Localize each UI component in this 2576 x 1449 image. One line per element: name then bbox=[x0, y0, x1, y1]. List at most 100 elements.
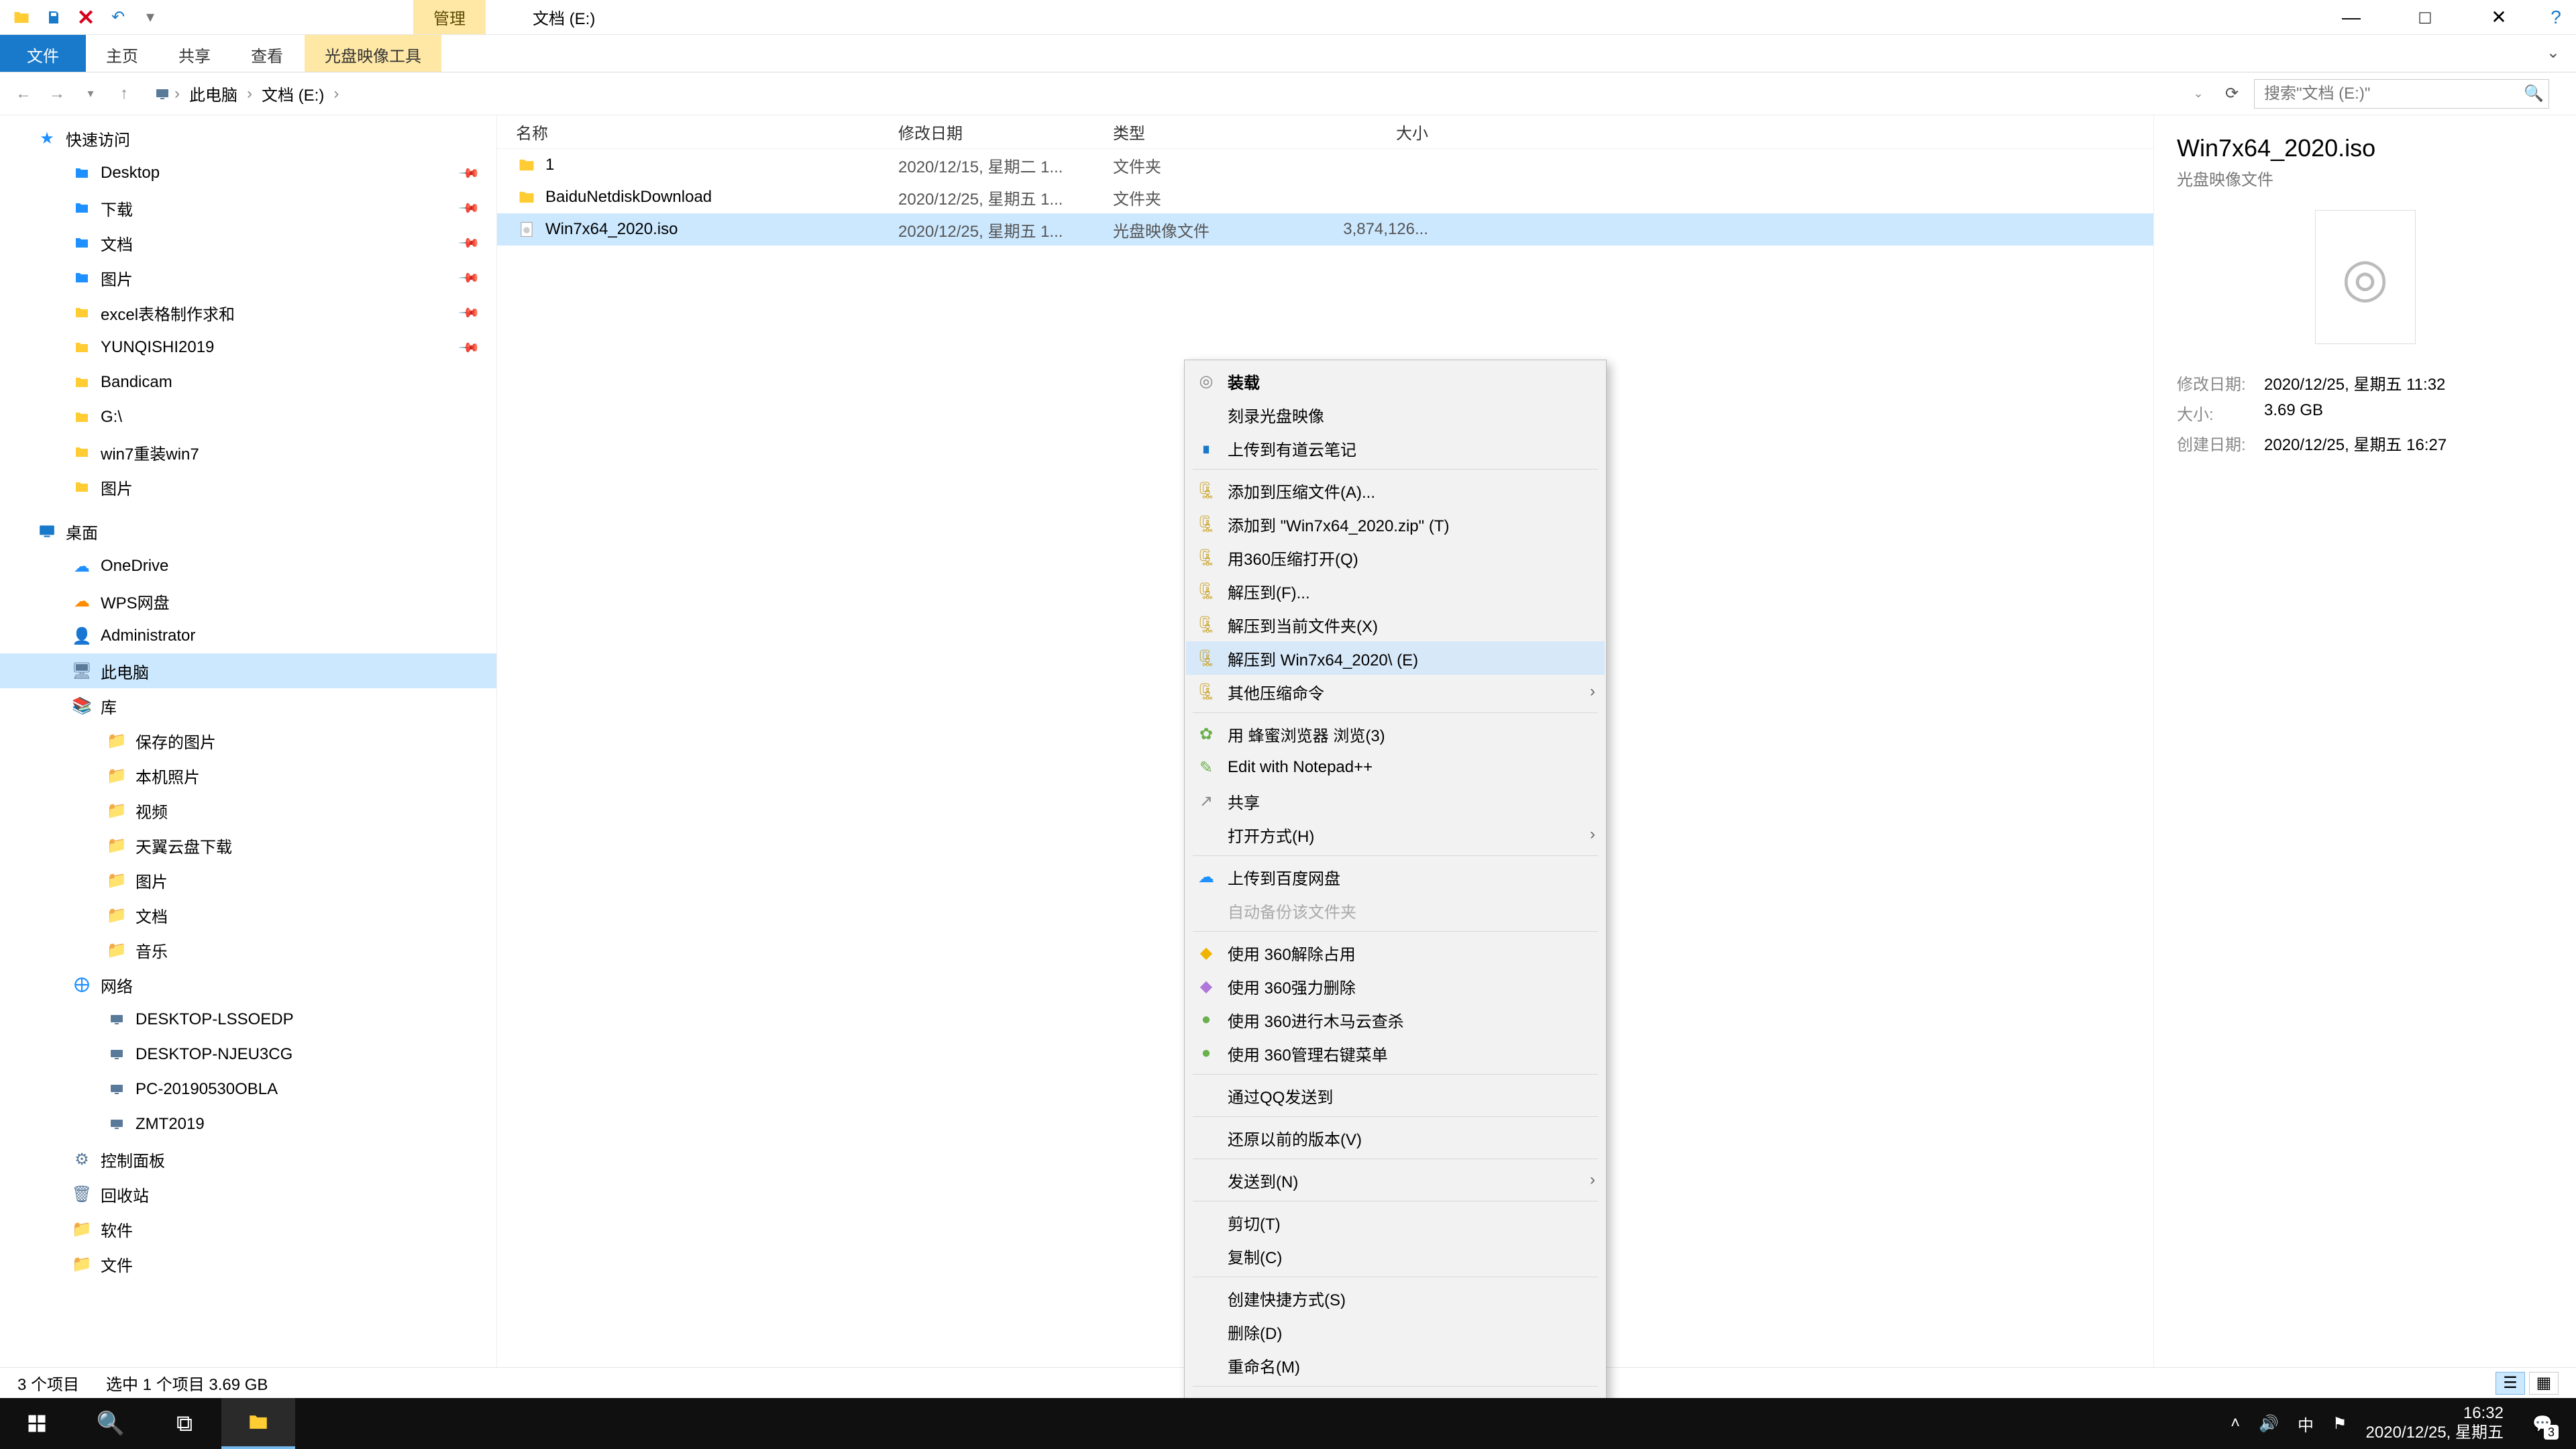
nav-desktop-item[interactable]: 👤Administrator bbox=[0, 619, 496, 653]
menu-item[interactable]: 还原以前的版本(V) bbox=[1186, 1121, 1605, 1155]
nav-extra-item[interactable]: 📁软件 bbox=[0, 1212, 496, 1246]
nav-lib-item[interactable]: 📁文档 bbox=[0, 898, 496, 932]
task-view-button[interactable]: ⧉ bbox=[148, 1398, 221, 1449]
nav-network-item[interactable]: PC-20190530OBLA bbox=[0, 1072, 496, 1107]
nav-desktop-item[interactable]: 🖥此电脑 bbox=[0, 653, 496, 688]
close-button[interactable]: ✕ bbox=[2462, 0, 2536, 35]
file-row[interactable]: 12020/12/15, 星期二 1...文件夹 bbox=[497, 149, 2153, 181]
menu-item[interactable]: 🗜解压到(F)... bbox=[1186, 574, 1605, 608]
volume-icon[interactable]: 🔊 bbox=[2259, 1414, 2279, 1434]
nav-extra-item[interactable]: ⚙控制面板 bbox=[0, 1142, 496, 1177]
nav-quick-item[interactable]: 下载📌 bbox=[0, 191, 496, 225]
menu-item[interactable]: ●使用 360进行木马云查杀 bbox=[1186, 1003, 1605, 1036]
search-box[interactable]: 🔍 bbox=[2254, 79, 2549, 109]
start-button[interactable] bbox=[0, 1398, 74, 1449]
tab-share[interactable]: 共享 bbox=[158, 35, 231, 72]
notification-button[interactable]: 💬3 bbox=[2522, 1403, 2563, 1444]
taskbar-clock[interactable]: 16:32 2020/12/25, 星期五 bbox=[2366, 1404, 2504, 1443]
menu-item[interactable]: 删除(D) bbox=[1186, 1315, 1605, 1348]
menu-item[interactable]: 通过QQ发送到 bbox=[1186, 1079, 1605, 1112]
breadcrumb-seg[interactable]: 此电脑 bbox=[184, 79, 243, 108]
nav-quick-item[interactable]: 图片 bbox=[0, 470, 496, 504]
col-size[interactable]: 大小 bbox=[1294, 120, 1428, 144]
menu-item[interactable]: ✎Edit with Notepad++ bbox=[1186, 751, 1605, 784]
file-row[interactable]: Win7x64_2020.iso2020/12/25, 星期五 1...光盘映像… bbox=[497, 213, 2153, 246]
view-details-button[interactable]: ☰ bbox=[2496, 1372, 2525, 1395]
explorer-taskbar-button[interactable] bbox=[221, 1398, 295, 1449]
up-button[interactable]: ↑ bbox=[107, 77, 141, 111]
tab-disc-tools[interactable]: 光盘映像工具 bbox=[305, 35, 441, 72]
nav-lib-item[interactable]: 📁本机照片 bbox=[0, 758, 496, 793]
help-button[interactable]: ? bbox=[2536, 0, 2576, 35]
view-thumbnails-button[interactable]: ▦ bbox=[2529, 1372, 2559, 1395]
recent-dropdown-icon[interactable]: ▾ bbox=[74, 77, 107, 111]
nav-lib-item[interactable]: 📁天翼云盘下载 bbox=[0, 828, 496, 863]
nav-network-item[interactable]: DESKTOP-NJEU3CG bbox=[0, 1037, 496, 1072]
nav-quick-access[interactable]: ★ 快速访问 bbox=[0, 121, 496, 156]
nav-quick-item[interactable]: Bandicam bbox=[0, 365, 496, 400]
menu-item[interactable]: 🗜解压到当前文件夹(X) bbox=[1186, 608, 1605, 641]
menu-item[interactable]: 刻录光盘映像 bbox=[1186, 398, 1605, 431]
menu-item[interactable]: ◎装载 bbox=[1186, 364, 1605, 398]
menu-item[interactable]: 🗜其他压缩命令› bbox=[1186, 675, 1605, 708]
nav-desktop-item[interactable]: ☁OneDrive bbox=[0, 549, 496, 584]
nav-quick-item[interactable]: Desktop📌 bbox=[0, 156, 496, 191]
menu-item[interactable]: ∎上传到有道云笔记 bbox=[1186, 431, 1605, 465]
chevron-right-icon[interactable]: › bbox=[246, 85, 254, 103]
col-type[interactable]: 类型 bbox=[1113, 120, 1294, 144]
file-row[interactable]: BaiduNetdiskDownload2020/12/25, 星期五 1...… bbox=[497, 181, 2153, 213]
search-icon[interactable]: 🔍 bbox=[2519, 84, 2548, 103]
chevron-right-icon[interactable]: › bbox=[332, 85, 340, 103]
nav-quick-item[interactable]: G:\ bbox=[0, 400, 496, 435]
tab-view[interactable]: 查看 bbox=[231, 35, 303, 72]
nav-quick-item[interactable]: win7重装win7 bbox=[0, 435, 496, 470]
menu-item[interactable]: 🗜添加到 "Win7x64_2020.zip" (T) bbox=[1186, 507, 1605, 541]
save-icon[interactable] bbox=[40, 4, 67, 31]
nav-quick-item[interactable]: YUNQISHI2019📌 bbox=[0, 330, 496, 365]
menu-item[interactable]: ☁上传到百度网盘 bbox=[1186, 860, 1605, 894]
ime-indicator[interactable]: 中 bbox=[2298, 1412, 2314, 1436]
col-name[interactable]: 名称 bbox=[516, 120, 898, 144]
menu-item[interactable]: 剪切(T) bbox=[1186, 1205, 1605, 1239]
nav-lib-item[interactable]: 📁图片 bbox=[0, 863, 496, 898]
minimize-button[interactable]: — bbox=[2314, 0, 2388, 35]
nav-network[interactable]: 网络 bbox=[0, 967, 496, 1002]
menu-item[interactable]: ●使用 360管理右键菜单 bbox=[1186, 1036, 1605, 1070]
col-date[interactable]: 修改日期 bbox=[898, 120, 1113, 144]
forward-button[interactable]: → bbox=[40, 77, 74, 111]
nav-network-item[interactable]: DESKTOP-LSSOEDP bbox=[0, 1002, 496, 1037]
nav-lib-item[interactable]: 📁音乐 bbox=[0, 932, 496, 967]
breadcrumb-seg[interactable]: 文档 (E:) bbox=[256, 79, 329, 108]
chevron-right-icon[interactable]: › bbox=[173, 85, 181, 103]
menu-item[interactable]: 创建快捷方式(S) bbox=[1186, 1281, 1605, 1315]
nav-quick-item[interactable]: 图片📌 bbox=[0, 260, 496, 295]
nav-lib-item[interactable]: 📁视频 bbox=[0, 793, 496, 828]
address-breadcrumb[interactable]: › 此电脑 › 文档 (E:) › ⌄ bbox=[141, 77, 2215, 111]
undo-icon[interactable]: ↶ bbox=[105, 4, 131, 31]
nav-quick-item[interactable]: 文档📌 bbox=[0, 225, 496, 260]
ribbon-expand-icon[interactable]: ⌄ bbox=[2530, 35, 2576, 72]
menu-item[interactable]: 🗜用360压缩打开(Q) bbox=[1186, 541, 1605, 574]
tray-chevron-icon[interactable]: ˄ bbox=[2231, 1414, 2240, 1433]
menu-item[interactable]: ✿用 蜂蜜浏览器 浏览(3) bbox=[1186, 717, 1605, 751]
security-icon[interactable]: ⚑ bbox=[2332, 1414, 2347, 1434]
menu-item[interactable]: ◆使用 360解除占用 bbox=[1186, 936, 1605, 969]
nav-desktop[interactable]: 桌面 bbox=[0, 514, 496, 549]
tab-home[interactable]: 主页 bbox=[86, 35, 158, 72]
back-button[interactable]: ← bbox=[7, 77, 40, 111]
menu-item[interactable]: 复制(C) bbox=[1186, 1239, 1605, 1273]
maximize-button[interactable]: □ bbox=[2388, 0, 2462, 35]
menu-item[interactable]: ◆使用 360强力删除 bbox=[1186, 969, 1605, 1003]
search-taskbar-button[interactable]: 🔍 bbox=[74, 1398, 148, 1449]
menu-item[interactable]: 🗜添加到压缩文件(A)... bbox=[1186, 474, 1605, 507]
menu-item[interactable]: 🗜解压到 Win7x64_2020\ (E) bbox=[1186, 641, 1605, 675]
nav-quick-item[interactable]: excel表格制作求和📌 bbox=[0, 295, 496, 330]
menu-item[interactable]: 发送到(N)› bbox=[1186, 1163, 1605, 1197]
delete-red-icon[interactable]: ✕ bbox=[72, 4, 99, 31]
menu-item[interactable]: 打开方式(H)› bbox=[1186, 818, 1605, 851]
nav-desktop-item[interactable]: 📚库 bbox=[0, 688, 496, 723]
nav-desktop-item[interactable]: ☁WPS网盘 bbox=[0, 584, 496, 619]
menu-item[interactable]: ↗共享 bbox=[1186, 784, 1605, 818]
refresh-button[interactable]: ⟳ bbox=[2215, 84, 2249, 103]
nav-extra-item[interactable]: 🗑回收站 bbox=[0, 1177, 496, 1212]
